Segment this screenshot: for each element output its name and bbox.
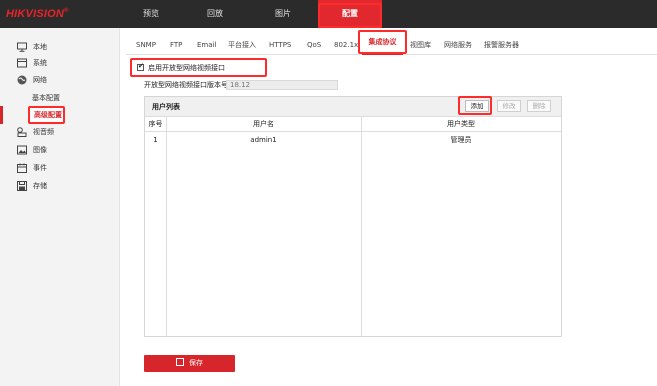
sidebar-sub-basic[interactable]: 基本配置 — [32, 91, 60, 105]
save-icon — [176, 358, 184, 366]
save-button-label: 保存 — [189, 359, 203, 367]
image-icon — [17, 145, 27, 155]
tab-snmp[interactable]: SNMP — [136, 38, 156, 52]
sidebar-item-system[interactable]: 系统 — [0, 55, 120, 71]
sidebar: 本地 系统 网络 基本配置 高级配置 视音频 图像 事件 存储 — [0, 28, 120, 386]
user-list-title: 用户列表 — [152, 103, 180, 111]
tab-platform-access[interactable]: 平台接入 — [228, 38, 256, 52]
sidebar-item-label: 图像 — [33, 146, 47, 154]
version-label: 开放型网络视频接口版本号 — [144, 81, 228, 89]
enable-onvif-label: 启用开放型网络视频接口 — [148, 64, 225, 72]
tab-network-service[interactable]: 网络服务 — [444, 38, 472, 52]
system-icon — [17, 58, 27, 68]
sidebar-item-label: 本地 — [33, 43, 47, 51]
delete-user-button[interactable]: 删除 — [527, 100, 551, 112]
hikvision-logo: HIKVISION® — [6, 8, 69, 20]
column-header-username: 用户名 — [253, 120, 274, 128]
sidebar-item-storage[interactable]: 存储 — [0, 178, 120, 194]
calendar-icon — [17, 163, 27, 173]
sidebar-item-event[interactable]: 事件 — [0, 160, 120, 176]
tab-ftp[interactable]: FTP — [170, 38, 182, 52]
tab-https[interactable]: HTTPS — [269, 38, 291, 52]
column-header-index: 序号 — [148, 120, 163, 128]
nav-preview[interactable]: 预览 — [131, 0, 171, 28]
tab-qos[interactable]: QoS — [307, 38, 321, 52]
highlight-outline — [318, 3, 382, 28]
cell-index: 1 — [153, 136, 158, 144]
enable-onvif-checkbox[interactable]: ✔ — [137, 62, 144, 71]
cell-username: admin1 — [250, 136, 277, 144]
save-button[interactable]: 保存 — [144, 355, 235, 372]
tab-alarm-server[interactable]: 报警服务器 — [484, 38, 519, 52]
top-nav-bar: HIKVISION® 预览 回放 图片 配置 — [0, 0, 657, 28]
sidebar-item-image[interactable]: 图像 — [0, 142, 120, 158]
active-tab-underline — [362, 54, 403, 55]
active-marker — [0, 106, 3, 124]
user-table-header: 序号 用户名 用户类型 — [145, 117, 561, 132]
edit-user-button[interactable]: 修改 — [497, 100, 521, 112]
storage-icon — [17, 181, 27, 191]
tab-8021x[interactable]: 802.1x — [334, 38, 358, 52]
column-header-user-type: 用户类型 — [447, 120, 475, 128]
audio-video-icon — [17, 127, 27, 137]
tab-view-library[interactable]: 视图库 — [410, 38, 431, 52]
user-list-header: 用户列表 添加 修改 删除 — [145, 96, 561, 117]
column-divider — [361, 117, 362, 336]
sidebar-item-label: 存储 — [33, 182, 47, 190]
highlight-outline — [458, 96, 492, 115]
check-icon: ✔ — [138, 62, 144, 70]
nav-playback[interactable]: 回放 — [195, 0, 235, 28]
sidebar-item-local[interactable]: 本地 — [0, 39, 120, 55]
tab-email[interactable]: Email — [197, 38, 216, 52]
monitor-icon — [17, 42, 27, 52]
sidebar-sub-advanced[interactable]: 高级配置 — [28, 106, 65, 124]
user-list-panel: 用户列表 添加 修改 删除 序号 用户名 用户类型 1 admin1 管理员 — [144, 96, 562, 337]
globe-icon — [17, 75, 27, 85]
nav-picture[interactable]: 图片 — [263, 0, 303, 28]
version-field: 18.12 — [226, 80, 338, 90]
sidebar-item-audio-video[interactable]: 视音频 — [0, 124, 120, 140]
tab-integration-protocol[interactable]: 集成协议 — [358, 30, 407, 54]
sidebar-item-label: 系统 — [33, 59, 47, 67]
cell-user-type: 管理员 — [450, 136, 472, 144]
sidebar-item-label: 事件 — [33, 164, 47, 172]
sidebar-item-network[interactable]: 网络 — [0, 72, 120, 88]
enable-onvif-row: ✔ 启用开放型网络视频接口 — [130, 58, 267, 77]
sidebar-item-label: 网络 — [33, 76, 47, 84]
column-divider — [166, 117, 167, 336]
sidebar-item-label: 视音频 — [33, 128, 54, 136]
